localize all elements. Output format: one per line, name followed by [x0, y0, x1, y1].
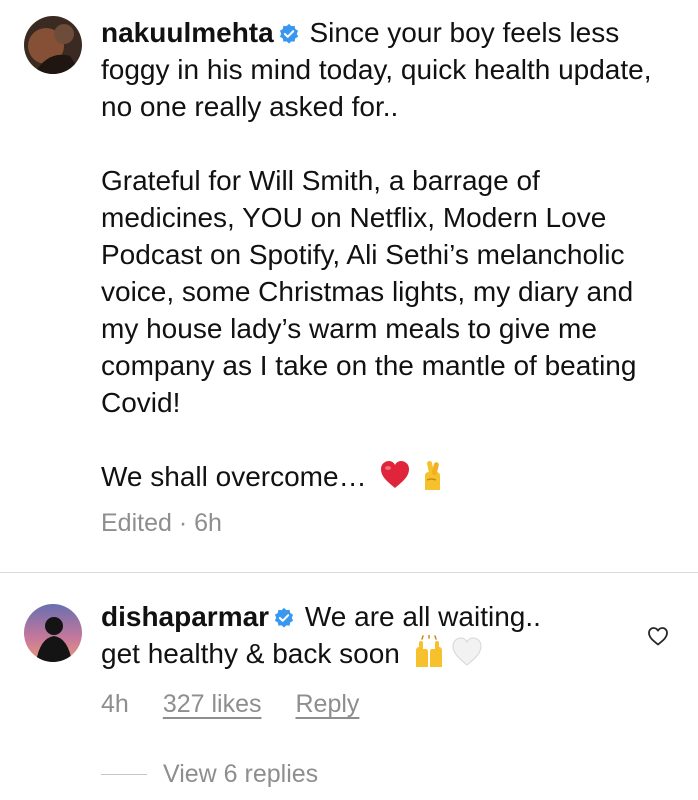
comment-line-1: dishaparmar We are all waiting.. — [101, 598, 621, 635]
comment-meta: 4h 327 likes Reply — [101, 690, 621, 719]
comment-avatar[interactable] — [24, 604, 82, 662]
red-heart-emoji — [378, 458, 412, 492]
divider — [0, 572, 698, 573]
caption-paragraph-3: We shall overcome… — [101, 458, 676, 495]
white-heart-emoji — [450, 635, 484, 669]
heart-outline-icon[interactable] — [646, 624, 670, 648]
view-replies-button[interactable]: View 6 replies — [101, 760, 318, 789]
caption-paragraph-1: nakuulmehta Since your boy feels less fo… — [101, 14, 676, 125]
verified-badge-icon — [278, 23, 300, 45]
raising-hands-emoji — [412, 635, 446, 669]
comment-text-1: We are all waiting.. — [304, 601, 541, 632]
view-replies-label[interactable]: View 6 replies — [163, 760, 318, 789]
replies-line — [101, 774, 147, 775]
post-caption-block: nakuulmehta Since your boy feels less fo… — [101, 14, 676, 538]
reply-button[interactable]: Reply — [295, 690, 359, 719]
caption-text-3: We shall overcome… — [101, 461, 367, 492]
likes-link[interactable]: 327 likes — [163, 690, 262, 719]
comment-block: dishaparmar We are all waiting.. get hea… — [101, 598, 621, 719]
caption-paragraph-2: Grateful for Will Smith, a barrage of me… — [101, 165, 645, 418]
post-avatar[interactable] — [24, 16, 82, 74]
comment-line-2: get healthy & back soon — [101, 635, 621, 672]
crossed-fingers-emoji — [416, 458, 450, 492]
comment-time: 4h — [101, 690, 129, 718]
post-meta: Edited · 6h — [101, 509, 222, 537]
comment-text-2: get healthy & back soon — [101, 638, 400, 669]
post-username[interactable]: nakuulmehta — [101, 17, 274, 48]
comment-username[interactable]: dishaparmar — [101, 601, 269, 632]
verified-badge-icon — [273, 607, 295, 629]
